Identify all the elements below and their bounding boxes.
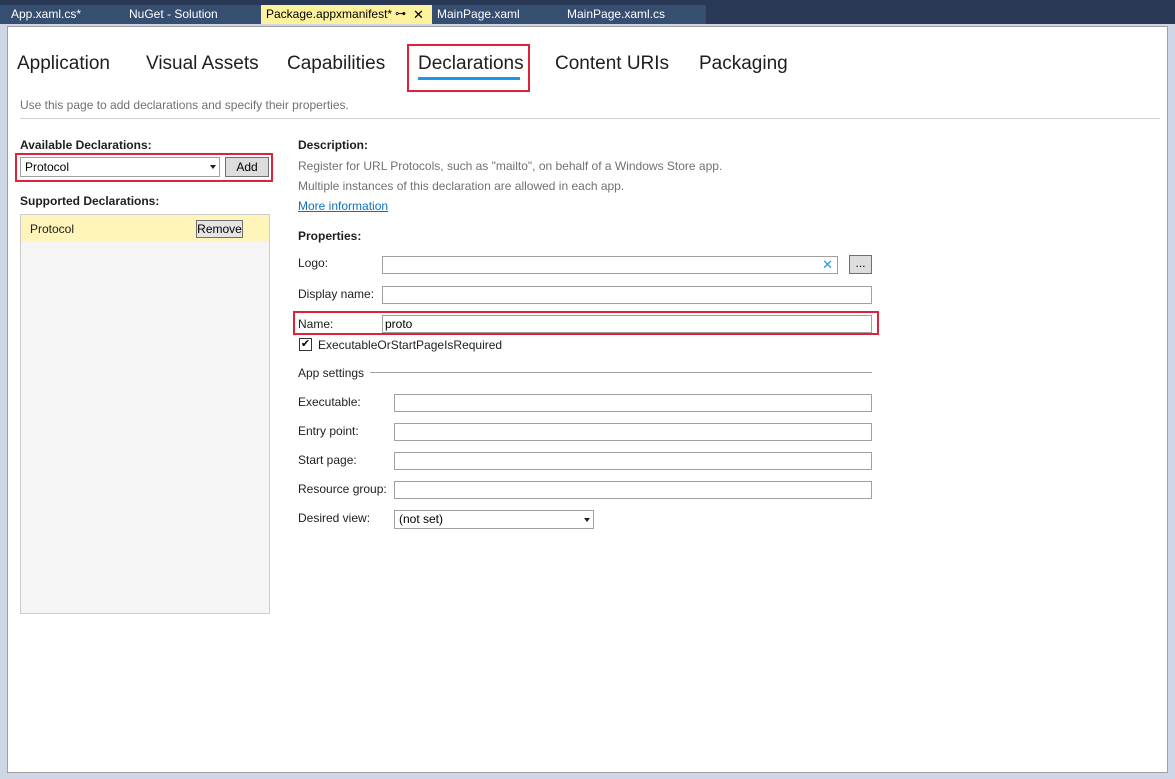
resource-group-field[interactable] xyxy=(394,481,872,499)
supported-declarations-label: Supported Declarations: xyxy=(20,194,160,208)
desired-view-label: Desired view: xyxy=(298,511,371,525)
logo-label: Logo: xyxy=(298,256,329,270)
app-settings-divider xyxy=(370,372,872,373)
list-item[interactable]: Protocol Remove xyxy=(21,215,269,242)
tab-packaging[interactable]: Packaging xyxy=(699,53,788,75)
doc-tab-nuget-solution[interactable]: NuGet - Solution xyxy=(119,5,261,24)
start-page-field[interactable] xyxy=(394,452,872,470)
doc-tab-label: Package.appxmanifest* xyxy=(266,7,393,21)
add-button[interactable]: Add xyxy=(225,157,269,177)
manifest-designer: Application Visual Assets Capabilities D… xyxy=(7,26,1168,773)
doc-tab-app-xaml-cs[interactable]: App.xaml.cs* xyxy=(0,5,119,24)
available-declarations-value: Protocol xyxy=(25,160,70,174)
entry-point-field[interactable] xyxy=(394,423,872,441)
tab-declarations[interactable]: Declarations xyxy=(418,53,524,75)
doc-tab-mainpage-xaml-cs[interactable]: MainPage.xaml.cs xyxy=(562,5,706,24)
resource-group-label: Resource group: xyxy=(298,482,387,496)
chevron-down-icon xyxy=(210,165,216,169)
desired-view-dropdown[interactable]: (not set) xyxy=(394,510,594,529)
doc-tab-package-appxmanifest[interactable]: Package.appxmanifest* ⊶ ✕ xyxy=(261,5,432,24)
name-field[interactable]: proto xyxy=(382,315,872,333)
description-label: Description: xyxy=(298,138,369,152)
executable-label: Executable: xyxy=(298,395,361,409)
display-name-field[interactable] xyxy=(382,286,872,304)
start-page-label: Start page: xyxy=(298,453,357,467)
name-label: Name: xyxy=(298,317,334,331)
entry-point-label: Entry point: xyxy=(298,424,359,438)
executable-field[interactable] xyxy=(394,394,872,412)
app-settings-label: App settings xyxy=(298,366,365,380)
tab-visual-assets[interactable]: Visual Assets xyxy=(146,53,259,75)
chevron-down-icon xyxy=(584,518,590,522)
executable-required-checkbox[interactable]: ✔ xyxy=(299,338,312,351)
active-tab-indicator xyxy=(418,77,520,80)
display-name-label: Display name: xyxy=(298,287,375,301)
tab-application[interactable]: Application xyxy=(17,53,110,75)
supported-declarations-list: Protocol Remove xyxy=(20,214,270,614)
remove-button[interactable]: Remove xyxy=(196,220,243,238)
logo-field[interactable]: ✕ xyxy=(382,256,838,274)
doc-tab-mainpage-xaml[interactable]: MainPage.xaml xyxy=(432,5,562,24)
close-icon[interactable]: ✕ xyxy=(413,5,424,24)
more-information-link[interactable]: More information xyxy=(298,199,388,213)
clear-icon[interactable]: ✕ xyxy=(822,257,833,273)
pin-icon[interactable]: ⊶ xyxy=(395,5,406,24)
executable-required-label: ExecutableOrStartPageIsRequired xyxy=(318,338,503,352)
divider xyxy=(20,118,1160,119)
desired-view-value: (not set) xyxy=(399,512,444,526)
tab-content-uris[interactable]: Content URIs xyxy=(555,53,669,75)
description-line-1: Register for URL Protocols, such as "mai… xyxy=(298,159,723,173)
available-declarations-dropdown[interactable]: Protocol xyxy=(20,157,220,177)
description-line-2: Multiple instances of this declaration a… xyxy=(298,179,625,193)
document-tab-strip: App.xaml.cs* NuGet - Solution Package.ap… xyxy=(0,0,1175,24)
tab-capabilities[interactable]: Capabilities xyxy=(287,53,385,75)
editor-area: Application Visual Assets Capabilities D… xyxy=(0,24,1175,779)
browse-button[interactable]: ... xyxy=(849,255,872,274)
properties-label: Properties: xyxy=(298,229,362,243)
available-declarations-label: Available Declarations: xyxy=(20,138,152,152)
declaration-name: Protocol xyxy=(30,222,75,236)
page-hint: Use this page to add declarations and sp… xyxy=(20,98,349,112)
